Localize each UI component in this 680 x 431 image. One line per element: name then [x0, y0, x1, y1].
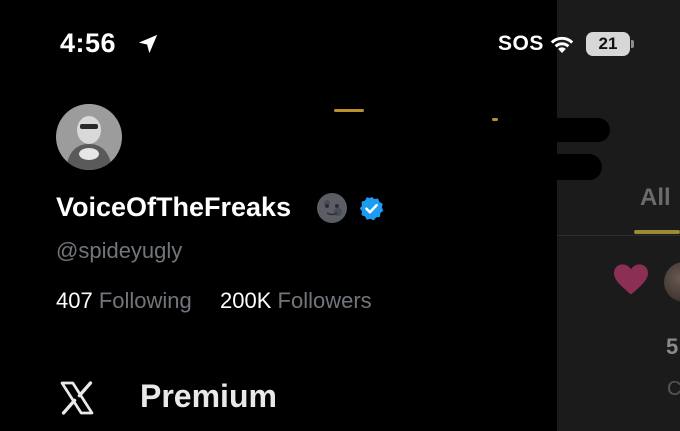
- wifi-icon: [550, 36, 574, 53]
- x-logo-icon[interactable]: [58, 380, 96, 416]
- tab-active-indicator: [634, 230, 680, 234]
- status-time: 4:56: [60, 28, 117, 58]
- menu-item-premium[interactable]: Premium: [140, 378, 277, 415]
- profile-handle[interactable]: @spideyugly: [56, 238, 182, 264]
- followers-count: 200K: [220, 288, 272, 313]
- follow-stats: 407 Following 200K Followers: [56, 288, 372, 314]
- location-arrow-icon: [138, 34, 158, 54]
- new-moon-face-icon: [317, 193, 347, 223]
- tab-divider: [557, 235, 680, 236]
- heart-icon[interactable]: [612, 262, 650, 296]
- display-name[interactable]: VoiceOfTheFreaks: [56, 192, 291, 223]
- peek-text: C: [667, 378, 680, 400]
- verified-badge-icon[interactable]: [358, 195, 385, 222]
- tab-all[interactable]: All: [640, 184, 671, 212]
- followers-label: Followers: [277, 288, 372, 313]
- background-timeline-panel: [557, 0, 680, 431]
- following-link[interactable]: 407 Following: [56, 288, 198, 313]
- avatar[interactable]: [56, 104, 122, 170]
- following-label: Following: [98, 288, 192, 313]
- peek-text: 5: [666, 334, 679, 359]
- decorative-speck: [492, 118, 498, 121]
- battery-indicator: 21: [586, 32, 630, 56]
- redaction-scribble: [520, 118, 610, 142]
- battery-level: 21: [598, 34, 618, 53]
- following-count: 407: [56, 288, 93, 313]
- sos-indicator: SOS: [498, 32, 544, 55]
- avatar-photo: [56, 104, 122, 170]
- redaction-scribble: [540, 154, 602, 180]
- decorative-speck: [334, 109, 364, 112]
- battery-cap: [631, 40, 634, 48]
- followers-link[interactable]: 200K Followers: [220, 288, 372, 313]
